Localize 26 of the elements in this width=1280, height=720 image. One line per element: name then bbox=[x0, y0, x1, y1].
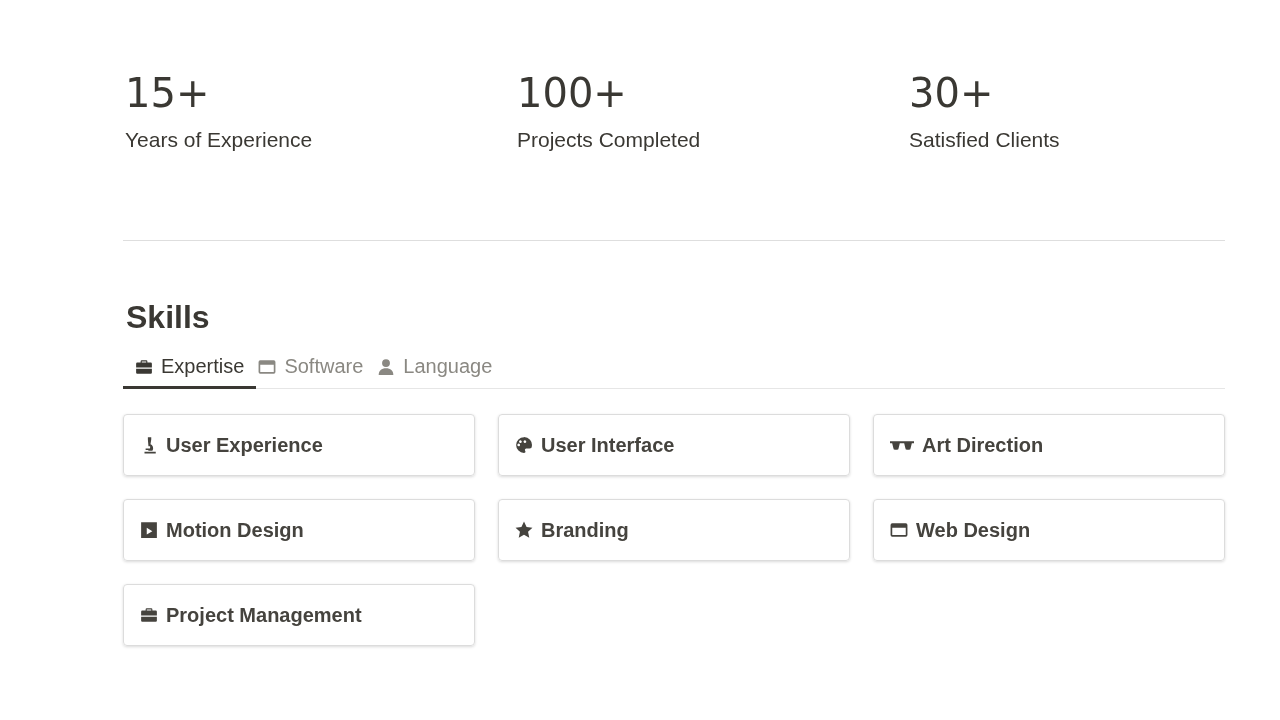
stat-value: 100+ bbox=[517, 69, 628, 118]
tab[interactable]: Expertise bbox=[123, 349, 257, 389]
tab[interactable]: Language bbox=[375, 349, 505, 389]
film-icon bbox=[140, 521, 158, 539]
skill-label: Web Design bbox=[916, 518, 1031, 542]
tab[interactable]: Software bbox=[256, 349, 376, 389]
stat-label: Projects Completed bbox=[517, 128, 702, 152]
browser-window-icon bbox=[890, 521, 908, 539]
section-heading: Skills bbox=[126, 298, 211, 337]
skill-label: Art Direction bbox=[922, 433, 1044, 457]
skill-label: Branding bbox=[541, 518, 629, 542]
skill-label: Project Management bbox=[166, 603, 362, 627]
skill-label: User Experience bbox=[166, 433, 323, 457]
stat-value: 30+ bbox=[909, 69, 995, 118]
skill-label: Motion Design bbox=[166, 518, 304, 542]
glasses-icon bbox=[890, 439, 914, 451]
star-icon bbox=[515, 521, 533, 539]
person-icon bbox=[377, 357, 396, 376]
stat-value: 15+ bbox=[125, 69, 211, 118]
browser-window-icon bbox=[258, 357, 277, 376]
briefcase-icon bbox=[140, 606, 158, 624]
palette-icon bbox=[515, 436, 533, 454]
skill-label: User Interface bbox=[541, 433, 675, 457]
stat-label: Satisfied Clients bbox=[909, 128, 1061, 152]
briefcase-icon bbox=[135, 357, 153, 376]
stat-label: Years of Experience bbox=[125, 128, 314, 152]
